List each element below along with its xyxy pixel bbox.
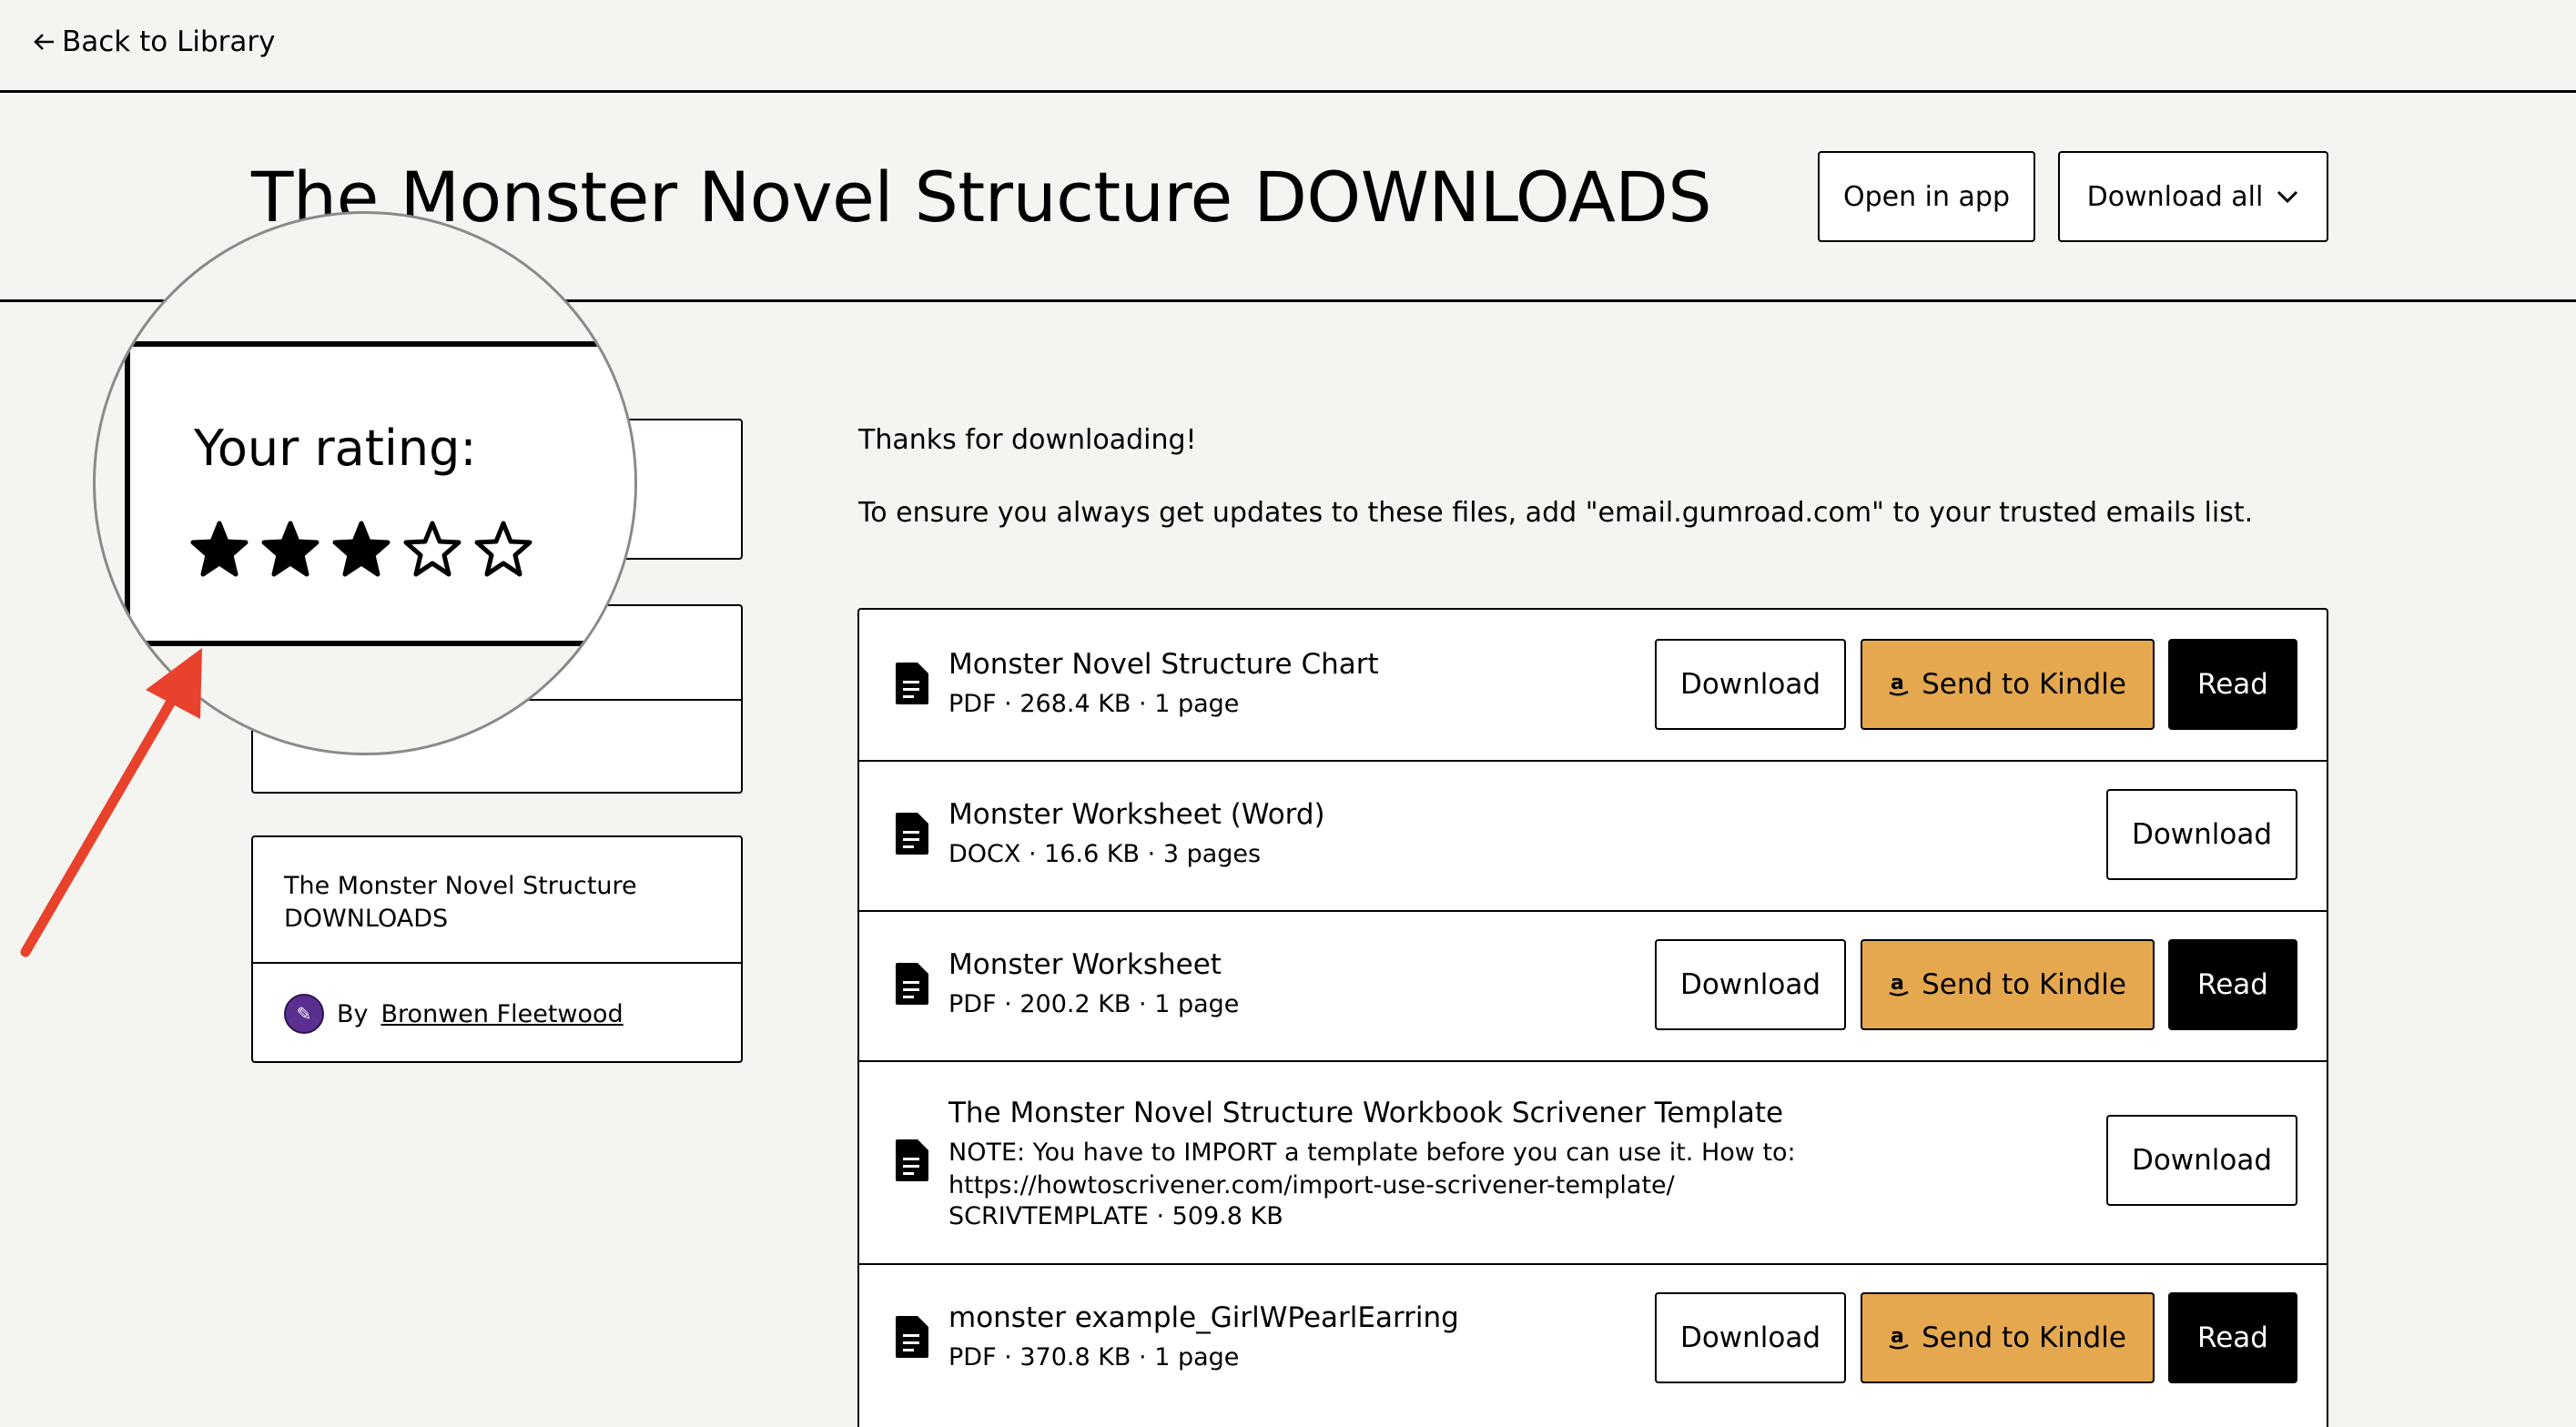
- by-label: By: [337, 999, 369, 1028]
- file-icon: [896, 963, 928, 1005]
- file-meta: PDF · 268.4 KB · 1 page: [948, 690, 1240, 718]
- rating-magnifier: Your rating:: [93, 211, 637, 755]
- amazon-icon: a: [1889, 973, 1909, 997]
- file-row: Monster Worksheet (Word) DOCX · 16.6 KB …: [859, 760, 2327, 912]
- open-in-app-label: Open in app: [1842, 180, 2011, 213]
- file-note-link: https://howtoscrivener.com/import-use-sc…: [948, 1171, 1675, 1199]
- open-in-app-button[interactable]: Open in app: [1818, 151, 2035, 242]
- download-label: Download: [1679, 968, 1821, 1001]
- file-meta: DOCX · 16.6 KB · 3 pages: [948, 840, 1262, 868]
- product-name: The Monster Novel Structure DOWNLOADS: [284, 872, 637, 933]
- rating-label: Your rating:: [194, 420, 477, 477]
- svg-text:a: a: [1891, 1326, 1904, 1348]
- download-button[interactable]: Download: [2106, 789, 2297, 880]
- file-name: Monster Worksheet (Word): [948, 798, 1325, 831]
- star-filled-icon[interactable]: [190, 520, 248, 578]
- creator-row: ✎ By Bronwen Fleetwood: [284, 994, 624, 1034]
- send-to-kindle-button[interactable]: a Send to Kindle: [1861, 639, 2155, 730]
- star-filled-icon[interactable]: [261, 520, 319, 578]
- creator-link[interactable]: Bronwen Fleetwood: [381, 1000, 624, 1028]
- arrow-left-icon: [34, 34, 54, 50]
- send-to-kindle-label: Send to Kindle: [1922, 668, 2126, 701]
- page-title: The Monster Novel Structure DOWNLOADS: [251, 157, 1712, 238]
- product-card: The Monster Novel Structure DOWNLOADS ✎ …: [251, 835, 743, 1063]
- thanks-message: Thanks for downloading!: [858, 424, 1197, 456]
- read-label: Read: [2197, 1321, 2268, 1354]
- trusted-emails-note: To ensure you always get updates to thes…: [858, 497, 2254, 529]
- rating-stars: [190, 520, 532, 578]
- back-to-library-link[interactable]: Back to Library: [33, 25, 275, 58]
- download-all-label: Download all: [2086, 180, 2264, 213]
- file-name: monster example_GirlWPearlEarring: [948, 1301, 1459, 1334]
- svg-text:a: a: [1891, 973, 1904, 995]
- read-label: Read: [2197, 668, 2268, 701]
- file-name: Monster Novel Structure Chart: [948, 648, 1379, 681]
- read-button[interactable]: Read: [2168, 639, 2297, 730]
- file-icon: [896, 1139, 928, 1181]
- read-button[interactable]: Read: [2168, 1292, 2297, 1383]
- chevron-down-icon: [2277, 190, 2298, 204]
- avatar: ✎: [284, 994, 324, 1034]
- star-empty-icon[interactable]: [474, 520, 532, 578]
- file-icon: [896, 813, 928, 855]
- send-to-kindle-label: Send to Kindle: [1922, 968, 2126, 1001]
- file-note: NOTE: You have to IMPORT a template befo…: [948, 1139, 1796, 1167]
- send-to-kindle-button[interactable]: a Send to Kindle: [1861, 1292, 2155, 1383]
- star-filled-icon[interactable]: [332, 520, 390, 578]
- file-name: The Monster Novel Structure Workbook Scr…: [948, 1097, 1784, 1129]
- file-row: Monster Worksheet PDF · 200.2 KB · 1 pag…: [859, 910, 2327, 1062]
- back-label: Back to Library: [62, 25, 276, 58]
- download-button[interactable]: Download: [1655, 939, 1846, 1030]
- svg-text:a: a: [1891, 673, 1904, 694]
- top-bar: Back to Library: [0, 0, 2576, 93]
- download-label: Download: [1679, 1321, 1821, 1354]
- download-all-button[interactable]: Download all: [2058, 151, 2328, 242]
- file-list: Monster Novel Structure Chart PDF · 268.…: [857, 608, 2328, 1427]
- download-label: Download: [2131, 1144, 2273, 1177]
- amazon-icon: a: [1889, 673, 1909, 696]
- download-label: Download: [1679, 668, 1821, 701]
- send-to-kindle-button[interactable]: a Send to Kindle: [1861, 939, 2155, 1030]
- send-to-kindle-label: Send to Kindle: [1922, 1321, 2126, 1354]
- file-meta: PDF · 370.8 KB · 1 page: [948, 1343, 1240, 1371]
- read-label: Read: [2197, 968, 2268, 1001]
- file-row: monster example_GirlWPearlEarring PDF · …: [859, 1263, 2327, 1413]
- star-empty-icon[interactable]: [403, 520, 461, 578]
- rating-zoom-card: Your rating:: [125, 341, 634, 646]
- download-label: Download: [2131, 818, 2273, 851]
- download-button[interactable]: Download: [2106, 1115, 2297, 1206]
- divider: [253, 962, 741, 964]
- download-button[interactable]: Download: [1655, 639, 1846, 730]
- file-meta: SCRIVTEMPLATE · 509.8 KB: [948, 1202, 1283, 1230]
- file-icon: [896, 663, 928, 704]
- file-meta: PDF · 200.2 KB · 1 page: [948, 990, 1240, 1018]
- amazon-icon: a: [1889, 1326, 1909, 1350]
- file-row: The Monster Novel Structure Workbook Scr…: [859, 1060, 2327, 1265]
- file-icon: [896, 1316, 928, 1358]
- read-button[interactable]: Read: [2168, 939, 2297, 1030]
- file-name: Monster Worksheet: [948, 948, 1222, 981]
- file-row: Monster Novel Structure Chart PDF · 268.…: [859, 610, 2327, 762]
- download-button[interactable]: Download: [1655, 1292, 1846, 1383]
